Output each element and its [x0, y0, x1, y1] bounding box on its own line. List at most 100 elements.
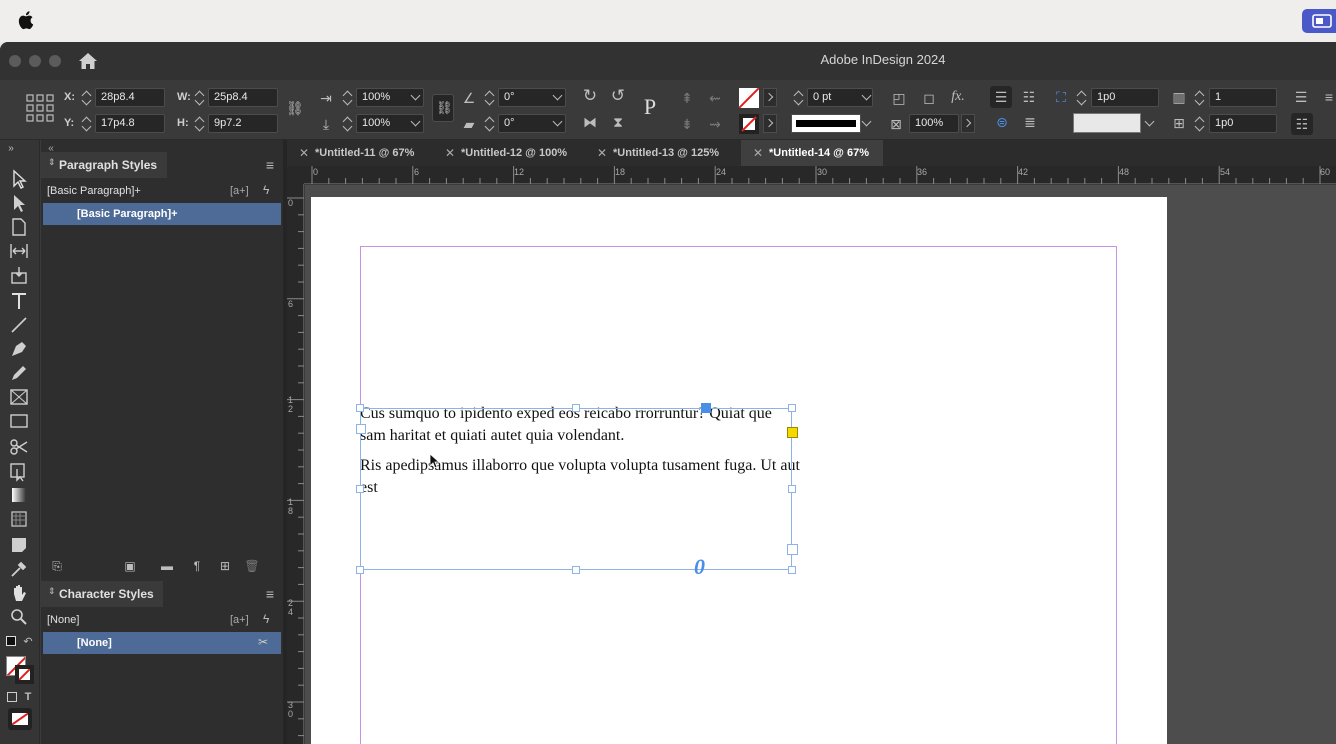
- h-field[interactable]: 9p7.2: [208, 114, 278, 133]
- clear-overrides-icon[interactable]: ¶: [187, 558, 207, 574]
- rectangle-frame-tool-icon[interactable]: [8, 386, 32, 408]
- document-page[interactable]: Cus sumquo to ipidento exped eos reicabo…: [311, 197, 1167, 744]
- quick-apply-icon[interactable]: ϟ: [263, 612, 269, 626]
- rotate-stepper[interactable]: [484, 88, 495, 107]
- stroke-style-swatch[interactable]: [1073, 113, 1141, 133]
- rotate-clockwise-icon[interactable]: ↻: [581, 87, 599, 104]
- select-content-icon[interactable]: ⇟: [679, 116, 695, 132]
- eyedropper-tool-icon[interactable]: [8, 558, 32, 580]
- stroke-weight-dropdown[interactable]: [860, 88, 874, 107]
- formatting-container-icon[interactable]: [7, 692, 17, 702]
- span-columns-button[interactable]: ☷: [1291, 113, 1313, 135]
- vertical-ruler[interactable]: 0 6 12 18 24 30: [287, 184, 304, 744]
- formatting-text-icon[interactable]: T: [22, 689, 34, 705]
- frame-shadow-icon[interactable]: ◻: [920, 90, 938, 106]
- stroke-swatch[interactable]: [739, 114, 759, 134]
- paragraph-symbol-icon[interactable]: P: [637, 94, 663, 120]
- scale-x-stepper[interactable]: [342, 88, 353, 107]
- scale-y-stepper[interactable]: [342, 114, 353, 133]
- stroke-type-dropdown[interactable]: [860, 114, 874, 133]
- align-center-icon[interactable]: ☷: [1020, 89, 1038, 105]
- scale-x-dropdown[interactable]: [409, 88, 423, 107]
- fill-swatch-menu[interactable]: [763, 88, 777, 107]
- select-previous-icon[interactable]: ⇜: [705, 90, 725, 106]
- swap-colors-icon[interactable]: ↶: [22, 634, 34, 650]
- resize-handle[interactable]: [788, 566, 796, 574]
- text-wrap-icon[interactable]: ⊜: [993, 114, 1011, 130]
- stroke-color-swatch[interactable]: [15, 665, 34, 684]
- resize-handle[interactable]: [788, 404, 796, 412]
- quick-apply-icon[interactable]: ϟ: [263, 183, 269, 197]
- gutter-stepper[interactable]: [1076, 88, 1087, 107]
- list-item[interactable]: [Basic Paragraph]+: [43, 203, 281, 225]
- opacity-menu[interactable]: [961, 114, 975, 133]
- scissors-tool-icon[interactable]: [8, 436, 32, 458]
- x-stepper[interactable]: [81, 88, 92, 107]
- screen-share-icon[interactable]: [1302, 9, 1336, 33]
- paragraph-panel-menu-icon[interactable]: ≡: [263, 157, 277, 173]
- type-tool-icon[interactable]: [8, 290, 32, 312]
- out-port[interactable]: [787, 544, 798, 555]
- close-tab-icon[interactable]: ✕: [299, 146, 309, 160]
- balance-columns-icon[interactable]: ☰: [1292, 89, 1310, 105]
- select-container-icon[interactable]: ⇞: [679, 90, 695, 106]
- flip-vertical-icon[interactable]: ⧗: [609, 114, 627, 130]
- create-new-style-icon[interactable]: ⊞: [217, 558, 233, 574]
- panel-menu-icon[interactable]: ≡: [1322, 89, 1336, 105]
- w-stepper[interactable]: [194, 88, 205, 107]
- selection-tool-icon[interactable]: [8, 168, 32, 190]
- close-tab-icon[interactable]: ✕: [753, 146, 763, 160]
- resize-handle[interactable]: [788, 485, 796, 493]
- pen-tool-icon[interactable]: [8, 338, 32, 360]
- pencil-tool-icon[interactable]: [8, 362, 32, 384]
- character-panel-menu-icon[interactable]: ≡: [263, 586, 277, 602]
- new-style-from-selection-button[interactable]: [a+]: [230, 185, 249, 197]
- content-collector-tool-icon[interactable]: [8, 264, 32, 286]
- expand-toolbox-icon[interactable]: »: [4, 141, 18, 157]
- rectangle-tool-icon[interactable]: [8, 410, 32, 432]
- h-stepper[interactable]: [194, 114, 205, 133]
- horizontal-ruler[interactable]: 0 6 12 18 24 30 36 42 48 54 60: [304, 166, 1336, 184]
- stroke-style-dropdown[interactable]: [1143, 114, 1157, 133]
- stroke-weight-stepper[interactable]: [793, 88, 804, 107]
- drop-shadow-icon[interactable]: ◰: [890, 90, 908, 106]
- inset-stepper[interactable]: [1194, 114, 1205, 133]
- gutter-field[interactable]: 1p0: [1091, 88, 1159, 107]
- resize-handle[interactable]: [572, 566, 580, 574]
- line-tool-icon[interactable]: [8, 314, 32, 336]
- in-port[interactable]: [356, 424, 366, 434]
- y-field[interactable]: 17p4.8: [95, 114, 165, 133]
- gap-tool-icon[interactable]: [8, 240, 32, 262]
- tab-untitled-14[interactable]: ✕ *Untitled-14 @ 67%: [741, 140, 883, 166]
- inset-field[interactable]: 1p0: [1209, 114, 1277, 133]
- align-top-button[interactable]: ☰: [990, 86, 1012, 108]
- load-styles-icon[interactable]: ⎘: [49, 558, 65, 574]
- gradient-feather-tool-icon[interactable]: [8, 508, 32, 530]
- note-tool-icon[interactable]: [8, 534, 32, 556]
- text-threading-icon[interactable]: 0: [694, 554, 705, 580]
- columns-field[interactable]: 1: [1209, 88, 1277, 107]
- rotate-dropdown[interactable]: [551, 88, 565, 107]
- reference-point-icon[interactable]: [26, 94, 54, 122]
- link-scale-button[interactable]: ⛓: [432, 94, 454, 122]
- stroke-swatch-menu[interactable]: [763, 114, 777, 133]
- wrap-around-icon[interactable]: ≣: [1021, 114, 1039, 130]
- new-style-group-icon[interactable]: ▬: [159, 558, 175, 574]
- list-item[interactable]: [None] ✂: [43, 632, 281, 654]
- resize-handle[interactable]: [356, 485, 364, 493]
- pasteboard[interactable]: Cus sumquo to ipidento exped eos reicabo…: [305, 185, 1336, 744]
- auto-fit-icon[interactable]: ⛶: [1052, 89, 1070, 105]
- apply-none-button[interactable]: [8, 708, 32, 730]
- zoom-tool-icon[interactable]: [8, 606, 32, 628]
- close-tab-icon[interactable]: ✕: [445, 146, 455, 160]
- flip-horizontal-icon[interactable]: ⧓: [581, 114, 599, 130]
- constrain-proportions-icon[interactable]: ⛓: [286, 100, 304, 116]
- ruler-origin[interactable]: [287, 166, 304, 184]
- fill-swatch[interactable]: [739, 88, 759, 108]
- gradient-swatch-tool-icon[interactable]: [8, 484, 32, 506]
- resize-handle[interactable]: [356, 404, 364, 412]
- shear-stepper[interactable]: [484, 114, 495, 133]
- direct-selection-tool-icon[interactable]: [8, 192, 32, 214]
- y-stepper[interactable]: [81, 114, 92, 133]
- apple-menu-icon[interactable]: [18, 9, 36, 31]
